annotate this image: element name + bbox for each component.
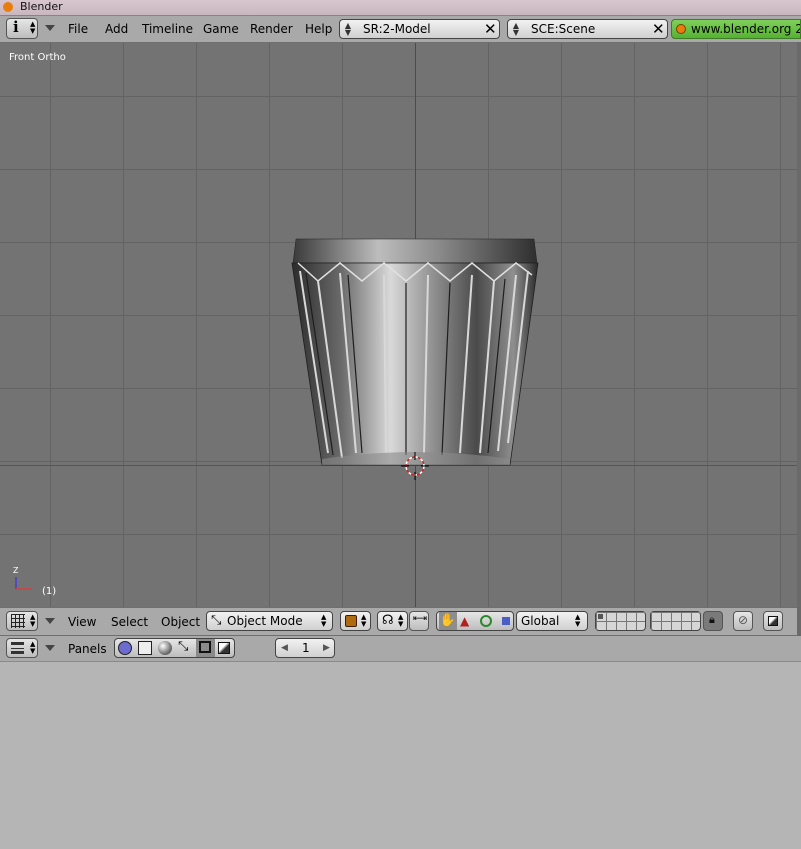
object-mode-icon: ⤡ <box>211 613 222 628</box>
layers-grid-left[interactable] <box>595 611 646 631</box>
blender-logo-icon <box>676 24 686 34</box>
object-context-icon[interactable]: ⤡ <box>178 639 188 654</box>
manipulator-group: ✋ ▲ <box>436 611 514 631</box>
menu-file[interactable]: File <box>68 21 88 37</box>
screen-name: SR:2-Model <box>363 22 431 36</box>
frame-value: 1 <box>302 641 310 655</box>
buttons-window-area <box>0 662 801 849</box>
render-preview-button[interactable] <box>763 611 783 631</box>
orientation-label: Global <box>521 614 560 628</box>
script-context-icon[interactable] <box>138 641 152 655</box>
solid-shading-icon <box>345 615 357 627</box>
panels-label: Panels <box>68 642 107 656</box>
3d-cursor-icon[interactable] <box>400 451 430 481</box>
axis-gizmo-label: Z <box>13 566 19 575</box>
draw-type-selector[interactable]: ▲ ▼ <box>340 611 371 631</box>
3d-viewport[interactable]: Front Ortho Z (1) <box>0 43 801 607</box>
menu-timeline[interactable]: Timeline <box>142 21 193 37</box>
grid-icon <box>11 614 25 628</box>
frame-counter[interactable]: ◀ 1 ▶ <box>275 638 335 658</box>
updown-arrows-icon: ▲ ▼ <box>30 640 36 655</box>
menu-help[interactable]: Help <box>305 21 332 37</box>
editor-type-button[interactable]: ▲ ▼ <box>6 611 38 631</box>
menu-game[interactable]: Game <box>203 21 239 37</box>
layers-grid-right[interactable] <box>650 611 701 631</box>
scale-manipulator-icon[interactable] <box>502 617 510 625</box>
pivot-icon: ☊ <box>382 613 394 628</box>
updown-arrows-icon: ▲ ▼ <box>344 21 352 37</box>
menu-object[interactable]: Object <box>161 614 200 630</box>
menu-add[interactable]: Add <box>105 21 128 37</box>
image-icon <box>768 616 778 626</box>
info-icon: i <box>13 18 19 36</box>
lock-layers-button[interactable]: 🔒︎ <box>703 611 723 631</box>
cup-mesh[interactable] <box>0 43 800 607</box>
decrement-arrow-icon[interactable]: ◀ <box>281 639 288 657</box>
pivot-selector[interactable]: ☊ ▲ ▼ <box>377 611 408 631</box>
window-type-button[interactable]: i ▲ ▼ <box>6 18 38 39</box>
screen-selector[interactable]: ▲ ▼ SR:2-Model ✕ <box>339 19 500 39</box>
lock-icon: 🔒︎ <box>709 613 715 626</box>
menu-view[interactable]: View <box>68 614 96 630</box>
edit-square-icon <box>199 641 211 653</box>
delete-scene-icon[interactable]: ✕ <box>652 20 665 38</box>
menu-render[interactable]: Render <box>250 21 293 37</box>
rotate-manipulator-icon[interactable] <box>480 615 492 627</box>
link-icon: ⊘ <box>738 613 749 627</box>
website-text: www.blender.org 24 <box>691 22 801 36</box>
window-title: Blender <box>20 0 63 13</box>
scene-name: SCE:Scene <box>531 22 596 36</box>
collapse-menu-triangle-icon[interactable] <box>45 618 55 624</box>
blender-app-icon <box>3 2 13 12</box>
scene-context-icon[interactable] <box>218 642 230 654</box>
scene-selector[interactable]: ▲ ▼ SCE:Scene ✕ <box>507 19 668 39</box>
frame-indicator: (1) <box>42 586 57 597</box>
mode-selector[interactable]: ⤡ Object Mode ▲ ▼ <box>206 611 333 631</box>
active-layer-indicator <box>598 614 603 619</box>
delete-screen-icon[interactable]: ✕ <box>484 20 497 38</box>
logic-context-icon[interactable] <box>118 641 132 655</box>
align-pivot-button[interactable]: ⇤⇥ <box>409 611 429 631</box>
layers-grid-right-icon <box>651 612 700 630</box>
link-button[interactable]: ⊘ <box>733 611 753 631</box>
updown-arrows-icon: ▲ ▼ <box>30 613 36 628</box>
window-title-bar: Blender <box>0 0 801 16</box>
editing-context-icon[interactable] <box>196 639 215 657</box>
updown-arrows-icon: ▲ ▼ <box>398 613 404 628</box>
shading-context-icon[interactable] <box>158 641 172 655</box>
buttons-window-header: ▲ ▼ Panels ⤡ ◀ 1 ▶ <box>0 636 801 662</box>
window-edge <box>797 42 801 636</box>
context-buttons-group: ⤡ <box>114 638 235 658</box>
updown-arrows-icon: ▲ ▼ <box>30 20 36 35</box>
3d-view-header: ▲ ▼ View Select Object ⤡ Object Mode ▲ ▼ ▲… <box>0 607 801 636</box>
updown-arrows-icon: ▲ ▼ <box>575 613 581 628</box>
updown-arrows-icon: ▲ ▼ <box>512 21 520 37</box>
website-link[interactable]: www.blender.org 24 <box>671 19 801 39</box>
increment-arrow-icon[interactable]: ▶ <box>323 639 330 657</box>
orientation-selector[interactable]: Global ▲ ▼ <box>516 611 588 631</box>
updown-arrows-icon: ▲ ▼ <box>321 613 327 628</box>
collapse-menu-triangle-icon[interactable] <box>45 645 55 651</box>
mode-label: Object Mode <box>227 614 303 628</box>
layers-grid-left-icon <box>596 612 645 630</box>
hand-manipulator-icon[interactable]: ✋ <box>439 612 457 630</box>
updown-arrows-icon: ▲ ▼ <box>361 613 367 628</box>
buttons-window-icon <box>11 642 24 654</box>
collapse-menu-triangle-icon[interactable] <box>45 25 55 31</box>
dotted-arrows-icon: ⇤⇥ <box>413 614 427 624</box>
translate-manipulator-icon[interactable]: ▲ <box>460 614 469 628</box>
buttons-editor-type-button[interactable]: ▲ ▼ <box>6 638 38 658</box>
menu-select[interactable]: Select <box>111 614 148 630</box>
